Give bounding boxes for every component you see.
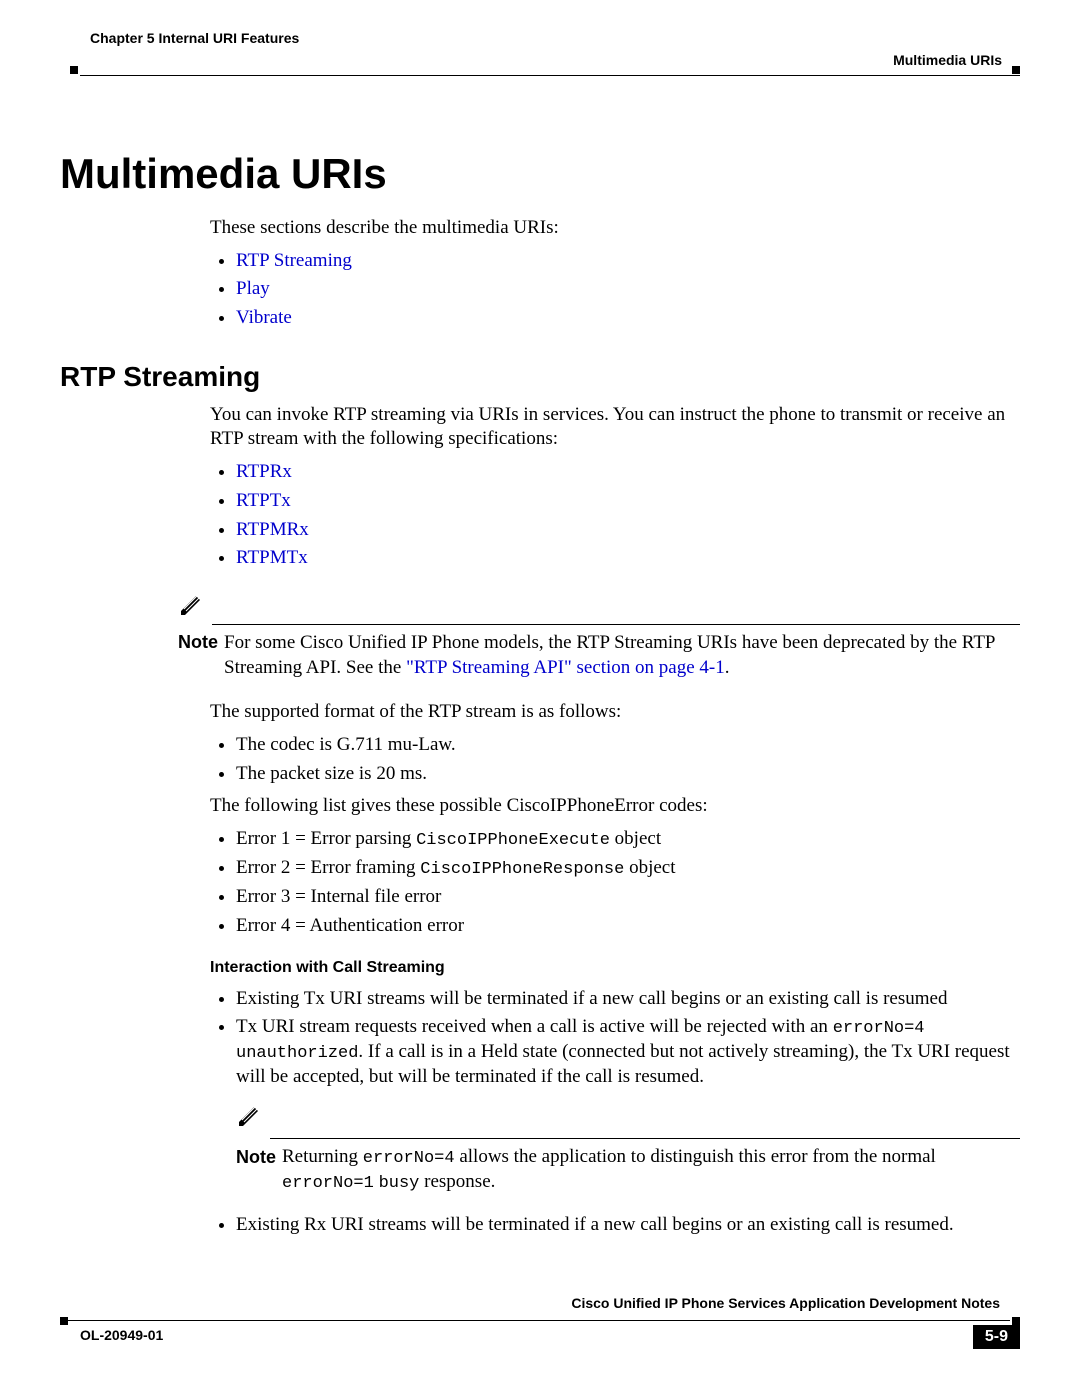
rtp-paragraph-2: The supported format of the RTP stream i… [210,700,1020,725]
int-b2-code2: unauthorized [236,1044,358,1063]
error-item-2: Error 2 = Error framing CiscoIPPhoneResp… [236,856,1020,881]
footer-marker-left [60,1317,68,1325]
error-item-4: Error 4 = Authentication error [236,914,1020,939]
int-b2a: Tx URI stream requests received when a c… [236,1016,833,1037]
err1-code: CiscoIPPhoneExecute [416,831,610,850]
link-vibrate[interactable]: Vibrate [236,307,292,328]
err1-a: Error 1 = Error parsing [236,828,416,849]
note-text-2: Returning errorNo=4 allows the applicati… [282,1145,1020,1195]
note-label: Note [236,1145,282,1169]
err2-a: Error 2 = Error framing [236,857,420,878]
note2-code1: errorNo=4 [363,1149,455,1168]
link-rtpmrx[interactable]: RTPMRx [236,519,309,540]
link-rtprx[interactable]: RTPRx [236,461,292,482]
note2-code3: busy [379,1174,420,1193]
err1-b: object [610,828,661,849]
err2-b: object [624,857,675,878]
int-b2-code1: errorNo=4 [833,1019,925,1038]
rtp-paragraph-1: You can invoke RTP streaming via URIs in… [210,403,1020,452]
header-marker-left [70,66,78,74]
link-rtp-api-section[interactable]: "RTP Streaming API" section on page 4-1 [406,657,725,678]
link-rtpmtx[interactable]: RTPMTx [236,547,308,568]
format-item-codec: The codec is G.711 mu-Law. [236,733,1020,758]
note-label: Note [178,631,224,653]
intro-link-list: RTP Streaming Play Vibrate [210,249,1020,331]
err2-code: CiscoIPPhoneResponse [420,860,624,879]
note-text-1: For some Cisco Unified IP Phone models, … [224,631,1020,680]
h3-interaction: Interaction with Call Streaming [210,959,1020,977]
error-item-3: Error 3 = Internal file error [236,885,1020,910]
note2-code2: errorNo=1 [282,1174,374,1193]
footer-title: Cisco Unified IP Phone Services Applicat… [571,1295,1000,1311]
link-rtp-streaming[interactable]: RTP Streaming [236,250,352,271]
rtp-link-list: RTPRx RTPTx RTPMRx RTPMTx [210,460,1020,571]
footer-marker-right [1012,1317,1020,1325]
interaction-list: Existing Tx URI streams will be terminat… [210,987,1020,1238]
header-section: Multimedia URIs [893,52,1002,68]
note-rule [212,624,1020,625]
link-rtptx[interactable]: RTPTx [236,490,291,511]
pencil-icon [236,1104,266,1134]
footer-ol-number: OL-20949-01 [80,1327,163,1343]
header-rule [80,75,1020,76]
rtp-paragraph-3: The following list gives these possible … [210,794,1020,819]
interaction-item-1: Existing Tx URI streams will be terminat… [236,987,1020,1012]
interaction-item-2: Tx URI stream requests received when a c… [236,1015,1020,1195]
interaction-item-3: Existing Rx URI streams will be terminat… [236,1213,1020,1238]
link-play[interactable]: Play [236,278,270,299]
format-item-packet: The packet size is 20 ms. [236,762,1020,787]
header-marker-right [1012,66,1020,74]
error-item-1: Error 1 = Error parsing CiscoIPPhoneExec… [236,827,1020,852]
page-header: Chapter 5 Internal URI Features Multimed… [60,30,1020,90]
chapter-label: Chapter 5 Internal URI Features [90,30,299,46]
footer-rule [60,1320,1010,1321]
note-block-1: Note For some Cisco Unified IP Phone mod… [178,593,1020,680]
h1-multimedia-uris: Multimedia URIs [60,150,1020,198]
note-rule [270,1138,1020,1139]
rtp-format-list: The codec is G.711 mu-Law. The packet si… [210,733,1020,786]
pencil-icon [178,593,208,620]
page-number: 5-9 [973,1325,1020,1349]
note-block-2: Note Returning errorNo=4 allows the appl… [236,1104,1020,1195]
note2-d: response. [419,1171,495,1192]
error-code-list: Error 1 = Error parsing CiscoIPPhoneExec… [210,827,1020,939]
intro-paragraph: These sections describe the multimedia U… [210,216,1020,241]
note2-b: allows the application to distinguish th… [455,1146,936,1167]
h2-rtp-streaming: RTP Streaming [60,361,1020,393]
note1-text-b: . [725,657,730,678]
note2-a: Returning [282,1146,363,1167]
